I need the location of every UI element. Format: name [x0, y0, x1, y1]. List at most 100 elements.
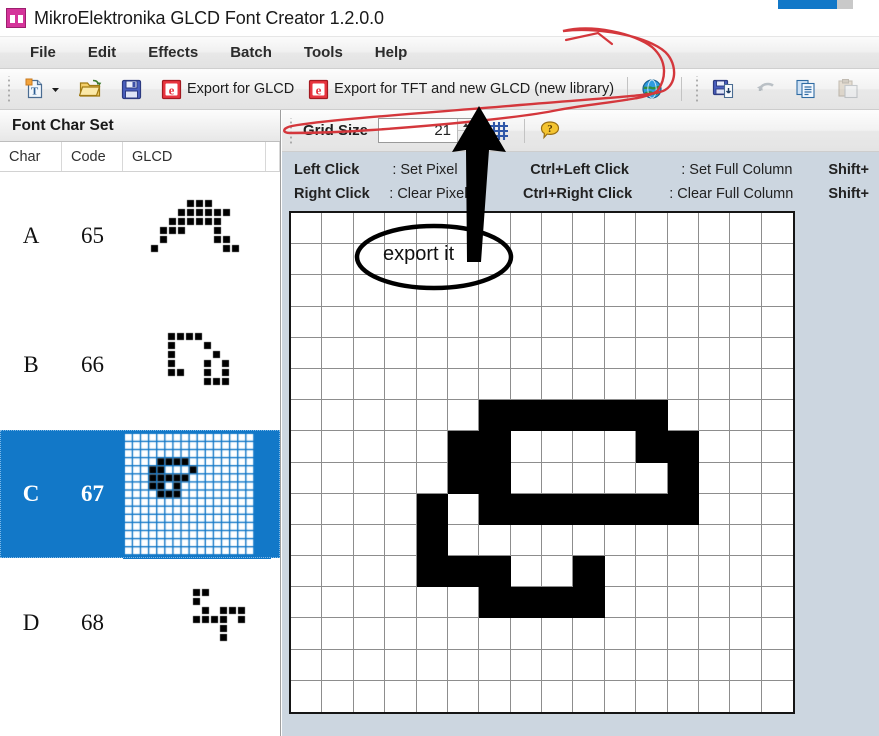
pixel-cell[interactable] — [698, 680, 731, 712]
pixel-cell[interactable] — [573, 213, 605, 245]
pixel-cell[interactable] — [636, 337, 668, 369]
help-button[interactable]: ? — [532, 115, 568, 146]
pixel-cell[interactable] — [604, 368, 637, 401]
pixel-cell[interactable] — [510, 244, 542, 276]
pixel-cell[interactable] — [761, 462, 793, 494]
pixel-cell[interactable] — [416, 368, 448, 401]
pixel-cell[interactable] — [385, 337, 417, 369]
pixel-cell[interactable] — [447, 680, 480, 712]
pixel-cell[interactable] — [730, 618, 762, 650]
pixel-cell[interactable] — [479, 337, 511, 369]
pixel-cell[interactable] — [416, 213, 448, 245]
pixel-cell[interactable] — [604, 680, 637, 712]
pixel-cell[interactable] — [761, 368, 793, 401]
pixel-cell[interactable] — [291, 431, 323, 463]
web-button[interactable] — [635, 74, 674, 105]
pixel-cell[interactable] — [510, 587, 542, 619]
pixel-cell[interactable] — [322, 306, 354, 338]
menu-file[interactable]: File — [14, 41, 72, 64]
pixel-cell[interactable] — [416, 275, 448, 307]
pixel-cell[interactable] — [636, 368, 668, 401]
pixel-cell[interactable] — [573, 306, 605, 338]
pixel-cell[interactable] — [353, 524, 386, 557]
pixel-cell[interactable] — [416, 587, 448, 619]
pixel-cell[interactable] — [416, 493, 448, 525]
pixel-cell[interactable] — [447, 587, 480, 619]
menu-edit[interactable]: Edit — [72, 41, 132, 64]
pixel-cell[interactable] — [447, 368, 480, 401]
pixel-cell[interactable] — [385, 618, 417, 650]
pixel-cell[interactable] — [479, 400, 511, 432]
save-button[interactable] — [115, 74, 153, 105]
pixel-cell[interactable] — [604, 618, 637, 650]
pixel-cell[interactable] — [385, 431, 417, 463]
pixel-cell[interactable] — [291, 337, 323, 369]
pixel-cell[interactable] — [385, 680, 417, 712]
pixel-cell[interactable] — [510, 556, 542, 588]
pixel-cell[interactable] — [636, 556, 668, 588]
toolbar-gripper[interactable] — [5, 76, 14, 102]
pixel-cell[interactable] — [698, 244, 731, 276]
pixel-cell[interactable] — [636, 649, 668, 681]
table-row[interactable]: B 66 — [0, 301, 280, 430]
pixel-cell[interactable] — [573, 524, 605, 557]
pixel-cell[interactable] — [730, 244, 762, 276]
new-font-button[interactable]: T — [18, 74, 71, 105]
pixel-cell[interactable] — [667, 213, 699, 245]
pixel-cell[interactable] — [385, 213, 417, 245]
pixel-cell[interactable] — [416, 618, 448, 650]
pixel-cell[interactable] — [636, 524, 668, 557]
spin-down-button[interactable] — [458, 131, 474, 142]
pixel-cell[interactable] — [353, 680, 386, 712]
pixel-cell[interactable] — [604, 462, 637, 494]
pixel-cell[interactable] — [542, 524, 574, 557]
pixel-cell[interactable] — [667, 306, 699, 338]
pixel-cell[interactable] — [667, 680, 699, 712]
pixel-cell[interactable] — [761, 213, 793, 245]
pixel-cell[interactable] — [385, 306, 417, 338]
pixel-cell[interactable] — [604, 213, 637, 245]
pixel-cell[interactable] — [291, 462, 323, 494]
pixel-cell[interactable] — [730, 680, 762, 712]
toggle-grid-button[interactable] — [481, 115, 517, 146]
pixel-cell[interactable] — [730, 587, 762, 619]
pixel-cell[interactable] — [667, 493, 699, 525]
pixel-cell[interactable] — [542, 493, 574, 525]
pixel-cell[interactable] — [510, 680, 542, 712]
pixel-cell[interactable] — [416, 649, 448, 681]
pixel-cell[interactable] — [447, 493, 480, 525]
pixel-cell[interactable] — [636, 431, 668, 463]
pixel-cell[interactable] — [447, 306, 480, 338]
pixel-cell[interactable] — [385, 400, 417, 432]
undo-button[interactable] — [748, 74, 787, 105]
pixel-cell[interactable] — [510, 431, 542, 463]
pixel-cell[interactable] — [322, 587, 354, 619]
pixel-cell[interactable] — [510, 275, 542, 307]
pixel-cell[interactable] — [291, 400, 323, 432]
pixel-cell[interactable] — [447, 275, 480, 307]
pixel-cell[interactable] — [730, 556, 762, 588]
open-button[interactable] — [73, 74, 113, 105]
pixel-cell[interactable] — [479, 680, 511, 712]
pixel-cell[interactable] — [667, 337, 699, 369]
pixel-cell[interactable] — [730, 493, 762, 525]
pixel-cell[interactable] — [573, 275, 605, 307]
pixel-cell[interactable] — [322, 337, 354, 369]
pixel-cell[interactable] — [416, 306, 448, 338]
export-for-glcd-button[interactable]: e Export for GLCD — [155, 74, 300, 105]
pixel-cell[interactable] — [447, 213, 480, 245]
pixel-cell[interactable] — [353, 556, 386, 588]
pixel-cell[interactable] — [730, 524, 762, 557]
export-for-tft-button[interactable]: e Export for TFT and new GLCD (new libra… — [302, 74, 620, 105]
pixel-cell[interactable] — [479, 493, 511, 525]
pixel-cell[interactable] — [322, 493, 354, 525]
pixel-cell[interactable] — [667, 587, 699, 619]
pixel-cell[interactable] — [322, 556, 354, 588]
pixel-cell[interactable] — [698, 275, 731, 307]
pixel-cell[interactable] — [698, 368, 731, 401]
pixel-cell[interactable] — [636, 680, 668, 712]
pixel-cell[interactable] — [510, 337, 542, 369]
pixel-cell[interactable] — [667, 400, 699, 432]
pixel-cell[interactable] — [573, 618, 605, 650]
table-row[interactable]: D 68 — [0, 559, 280, 688]
